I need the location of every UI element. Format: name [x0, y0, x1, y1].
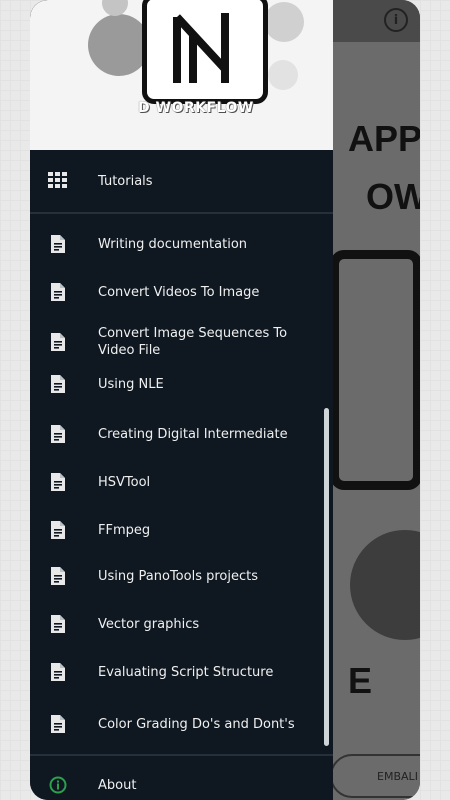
menu-item-document[interactable]: Evaluating Script Structure — [30, 658, 333, 686]
menu-item-label: Using PanoTools projects — [98, 568, 258, 584]
logo-n-icon — [173, 13, 229, 83]
info-icon[interactable]: i — [384, 8, 408, 32]
app-heading-line-1: APP — [348, 118, 420, 159]
menu-item-label: Convert Image Sequences To Video File — [98, 326, 288, 358]
document-icon — [48, 714, 68, 734]
menu-item-document[interactable]: Writing documentation — [30, 230, 333, 258]
document-icon — [48, 234, 68, 254]
app-image-frame — [330, 250, 420, 490]
navigation-drawer: D WORKFLOW Tutorials Writing documentati… — [30, 0, 333, 800]
phone-screen: i APP OW E EMBALI D WORKFLOW Tutorials W… — [30, 0, 420, 800]
document-icon — [48, 374, 68, 394]
decor-dot — [88, 14, 150, 76]
menu-item-document[interactable]: FFmpeg — [30, 516, 333, 544]
document-icon — [48, 282, 68, 302]
document-icon — [48, 566, 68, 586]
menu-item-document[interactable]: HSVTool — [30, 468, 333, 496]
info-icon — [48, 775, 68, 795]
document-icon — [48, 520, 68, 540]
menu-item-document[interactable]: Convert Videos To Image — [30, 278, 333, 306]
menu-item-label: Evaluating Script Structure — [98, 664, 274, 680]
grid-icon — [48, 171, 68, 191]
decor-dot — [264, 2, 304, 42]
menu-item-label: Using NLE — [98, 376, 164, 392]
document-icon — [48, 472, 68, 492]
menu-item-document[interactable]: Convert Image Sequences To Video File — [30, 322, 333, 362]
app-action-button[interactable]: EMBALI — [330, 754, 420, 798]
decor-dot — [268, 60, 298, 90]
menu-item-document[interactable]: Using PanoTools projects — [30, 562, 333, 590]
menu-item-tutorials[interactable]: Tutorials — [30, 164, 333, 198]
menu-item-label: FFmpeg — [98, 522, 151, 538]
app-decor-circle — [350, 530, 420, 640]
document-icon — [48, 424, 68, 444]
menu-item-label: Creating Digital Intermediate — [98, 426, 288, 442]
drawer-header: D WORKFLOW — [30, 0, 333, 150]
menu-item-label: HSVTool — [98, 474, 151, 490]
menu-item-label: About — [98, 777, 137, 793]
document-icon — [48, 614, 68, 634]
app-heading-line-2: OW — [366, 176, 420, 217]
menu-item-label: Vector graphics — [98, 616, 200, 632]
menu-divider — [30, 212, 333, 214]
drawer-scrollbar[interactable] — [324, 408, 329, 746]
menu-item-label: Color Grading Do's and Dont's — [98, 716, 295, 732]
app-heading-line-3: E — [348, 660, 373, 701]
logo-caption: D WORKFLOW — [138, 100, 254, 116]
menu-divider — [30, 754, 333, 756]
app-logo — [142, 0, 268, 104]
menu-item-label: Convert Videos To Image — [98, 284, 260, 300]
menu-item-label: Writing documentation — [98, 236, 248, 252]
menu-item-document[interactable]: Creating Digital Intermediate — [30, 420, 333, 448]
menu-item-document[interactable]: Using NLE — [30, 370, 333, 398]
menu-item-label: Tutorials — [98, 173, 153, 189]
menu-item-about[interactable]: About — [30, 770, 333, 800]
menu-item-document[interactable]: Vector graphics — [30, 610, 333, 638]
document-icon — [48, 662, 68, 682]
document-icon — [48, 332, 68, 352]
menu-item-document[interactable]: Color Grading Do's and Dont's — [30, 704, 333, 744]
